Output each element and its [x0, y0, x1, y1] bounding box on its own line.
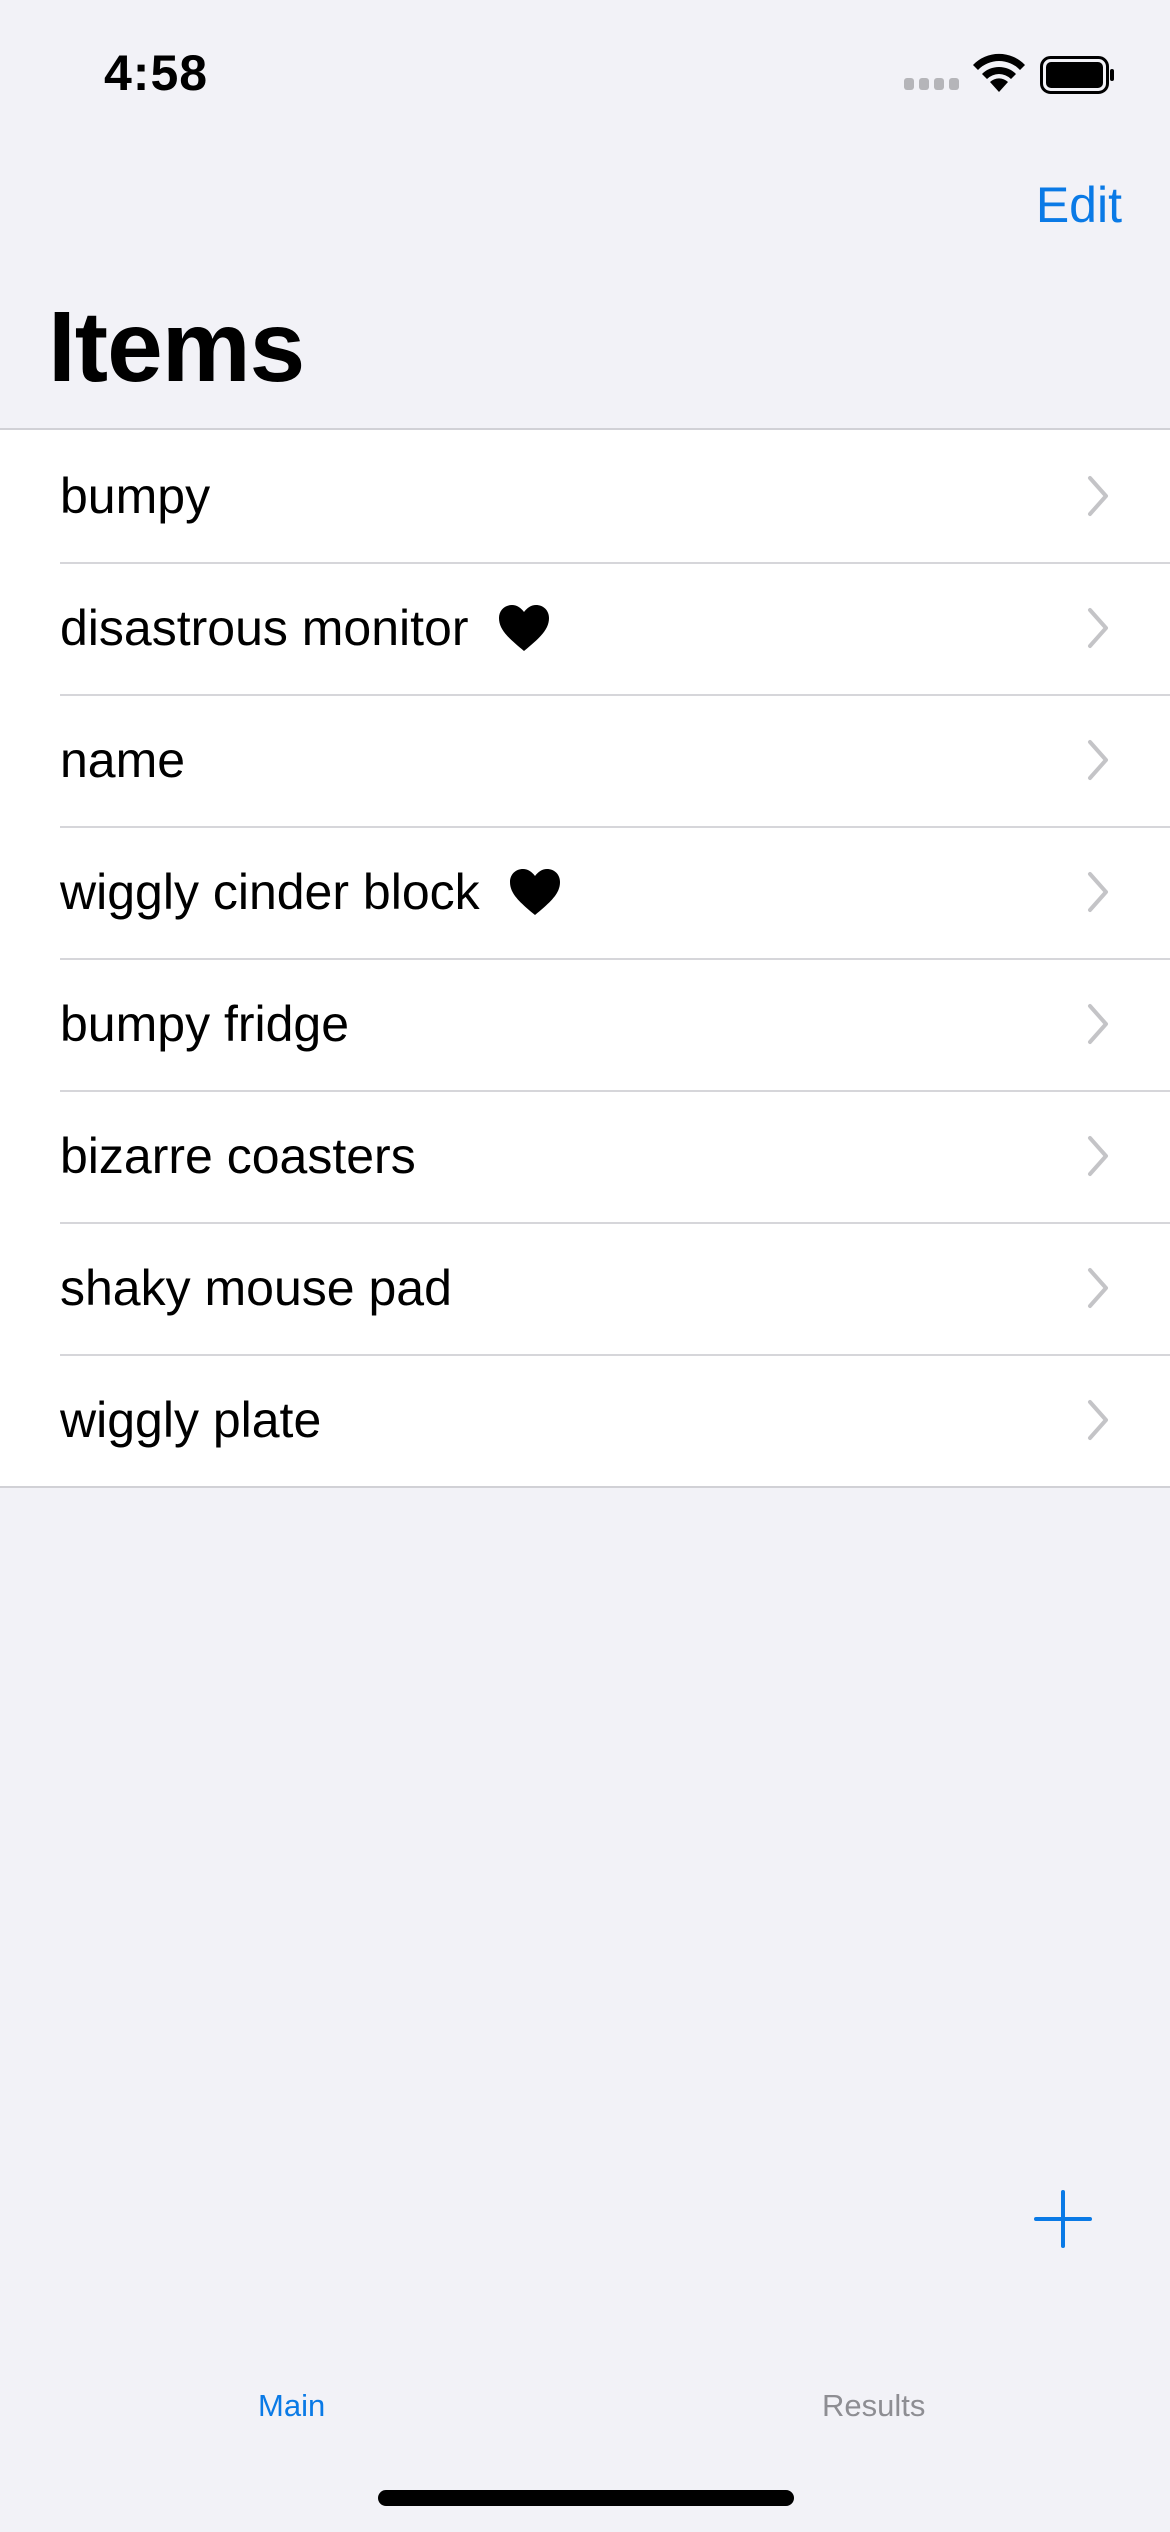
item-label: wiggly cinder block: [60, 864, 480, 920]
list-item[interactable]: wiggly plate: [0, 1354, 1170, 1486]
add-item-button[interactable]: [1030, 2186, 1096, 2252]
edit-button[interactable]: Edit: [1036, 176, 1122, 234]
battery-icon: [1040, 56, 1114, 94]
items-list: bumpy disastrous monitor name wiggly cinder…: [0, 428, 1170, 1488]
chevron-right-icon: [1088, 1268, 1108, 1308]
home-indicator: [378, 2490, 794, 2506]
chevron-right-icon: [1088, 608, 1108, 648]
wifi-icon: [973, 53, 1025, 92]
item-label: bumpy fridge: [60, 996, 350, 1052]
status-time: 4:58: [104, 45, 209, 101]
list-item[interactable]: shaky mouse pad: [0, 1222, 1170, 1354]
chevron-right-icon: [1088, 476, 1108, 516]
plus-icon: [1034, 2190, 1092, 2248]
tab-results[interactable]: Results: [822, 2388, 925, 2424]
screen: 4:58 Edit Items bumpy disastrous monitor n…: [0, 0, 1170, 2532]
item-label: name: [60, 732, 186, 788]
page-title: Items: [48, 291, 305, 403]
item-label: shaky mouse pad: [60, 1260, 452, 1316]
chevron-right-icon: [1088, 1400, 1108, 1440]
cellular-signal-icon: [904, 78, 960, 92]
chevron-right-icon: [1088, 1136, 1108, 1176]
list-item[interactable]: disastrous monitor: [0, 562, 1170, 694]
item-label: disastrous monitor: [60, 600, 469, 656]
list-item[interactable]: bumpy fridge: [0, 958, 1170, 1090]
list-item[interactable]: bizarre coasters: [0, 1090, 1170, 1222]
list-item[interactable]: name: [0, 694, 1170, 826]
heart-icon: [509, 869, 560, 915]
chevron-right-icon: [1088, 1004, 1108, 1044]
heart-icon: [498, 605, 549, 651]
status-bar: 4:58: [0, 0, 1170, 140]
item-label: bumpy: [60, 468, 211, 524]
item-label: wiggly plate: [60, 1392, 322, 1448]
list-item[interactable]: bumpy: [0, 430, 1170, 562]
list-item[interactable]: wiggly cinder block: [0, 826, 1170, 958]
item-label: bizarre coasters: [60, 1128, 416, 1184]
chevron-right-icon: [1088, 740, 1108, 780]
chevron-right-icon: [1088, 872, 1108, 912]
tab-main[interactable]: Main: [258, 2388, 325, 2424]
